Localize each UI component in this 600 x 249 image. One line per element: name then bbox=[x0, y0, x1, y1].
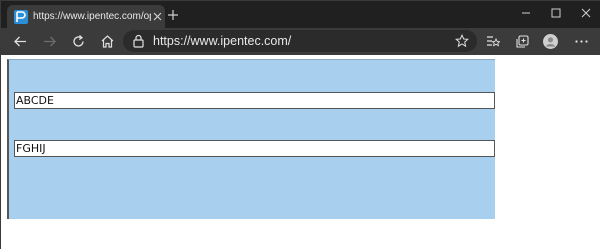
home-icon[interactable] bbox=[100, 34, 115, 49]
refresh-icon[interactable] bbox=[71, 34, 86, 49]
browser-tab[interactable]: https://www.ipentec.com/open/ bbox=[7, 5, 165, 28]
new-tab-icon[interactable] bbox=[167, 9, 179, 21]
tab-strip: https://www.ipentec.com/open/ bbox=[1, 1, 600, 28]
browser-toolbar: https://www.ipentec.com/ bbox=[1, 28, 600, 55]
maximize-icon[interactable] bbox=[550, 7, 562, 19]
forward-icon[interactable] bbox=[42, 34, 57, 49]
content-panel: ABCDE FGHIJ bbox=[7, 59, 495, 219]
address-bar[interactable]: https://www.ipentec.com/ bbox=[123, 30, 477, 52]
profile-avatar-icon[interactable] bbox=[543, 34, 558, 49]
more-menu-icon[interactable] bbox=[574, 34, 589, 49]
lock-icon[interactable] bbox=[132, 34, 145, 48]
text-field-1[interactable]: ABCDE bbox=[14, 92, 495, 109]
close-tab-icon[interactable] bbox=[152, 11, 163, 22]
collections-icon[interactable] bbox=[515, 34, 530, 49]
favorites-list-icon[interactable] bbox=[485, 34, 500, 49]
page-viewport: ABCDE FGHIJ bbox=[1, 55, 600, 249]
text-field-2[interactable]: FGHIJ bbox=[14, 140, 495, 157]
back-icon[interactable] bbox=[13, 34, 28, 49]
close-window-icon[interactable] bbox=[580, 7, 592, 19]
ipentec-favicon-icon bbox=[14, 10, 28, 24]
browser-window: https://www.ipentec.com/open/ bbox=[0, 0, 600, 249]
favorite-star-icon[interactable] bbox=[455, 34, 469, 48]
tab-title: https://www.ipentec.com/open/ bbox=[33, 11, 151, 22]
url-text[interactable]: https://www.ipentec.com/ bbox=[153, 33, 291, 49]
minimize-icon[interactable] bbox=[520, 7, 532, 19]
